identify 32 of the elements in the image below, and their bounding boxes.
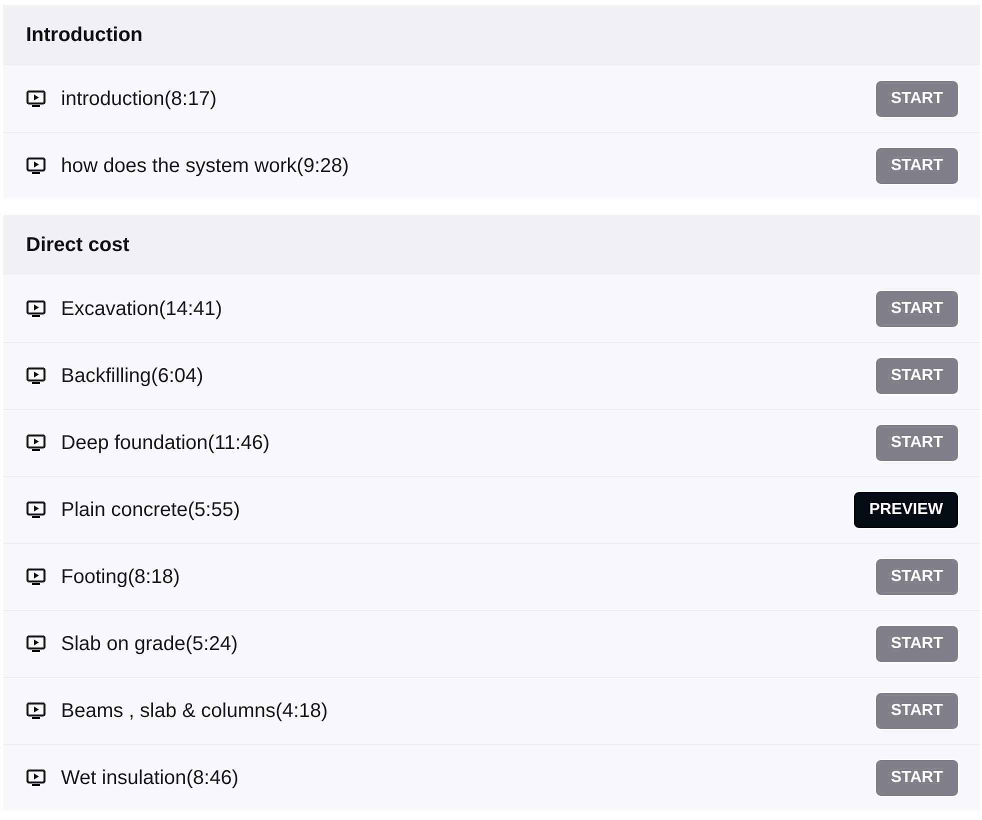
lesson-action-button[interactable]: START (876, 425, 958, 461)
lesson-action-button[interactable]: START (876, 148, 958, 184)
video-icon (26, 769, 46, 787)
lesson-title[interactable]: Plain concrete(5:55) (61, 495, 840, 525)
video-icon (26, 702, 46, 720)
lesson-title[interactable]: Beams , slab & columns(4:18) (61, 696, 861, 726)
lesson-action-button[interactable]: START (876, 760, 958, 796)
lesson-title[interactable]: Deep foundation(11:46) (61, 428, 861, 458)
lesson-title[interactable]: Backfilling(6:04) (61, 361, 861, 391)
lesson-action-button[interactable]: START (876, 290, 958, 326)
video-icon (26, 90, 46, 108)
lesson-title[interactable]: Footing(8:18) (61, 562, 861, 592)
lesson-action-button[interactable]: START (876, 559, 958, 595)
lesson-action-button[interactable]: START (876, 358, 958, 394)
video-icon (26, 300, 46, 318)
lesson-title[interactable]: Slab on grade(5:24) (61, 629, 861, 659)
video-icon (26, 501, 46, 519)
lesson-action-button[interactable]: START (876, 80, 958, 116)
video-icon (26, 157, 46, 175)
video-icon (26, 367, 46, 385)
lesson-title[interactable]: how does the system work(9:28) (61, 151, 861, 181)
video-icon (26, 568, 46, 586)
lesson-action-button[interactable]: PREVIEW (854, 492, 958, 528)
lesson-title[interactable]: Excavation(14:41) (61, 294, 861, 324)
video-icon (26, 434, 46, 452)
lesson-action-button[interactable]: START (876, 626, 958, 662)
lesson-title[interactable]: introduction(8:17) (61, 84, 861, 114)
lesson-action-button[interactable]: START (876, 693, 958, 729)
lesson-title[interactable]: Wet insulation(8:46) (61, 763, 861, 793)
section-title: Introduction (26, 23, 143, 48)
section-title: Direct cost (26, 233, 130, 258)
video-icon (26, 635, 46, 653)
